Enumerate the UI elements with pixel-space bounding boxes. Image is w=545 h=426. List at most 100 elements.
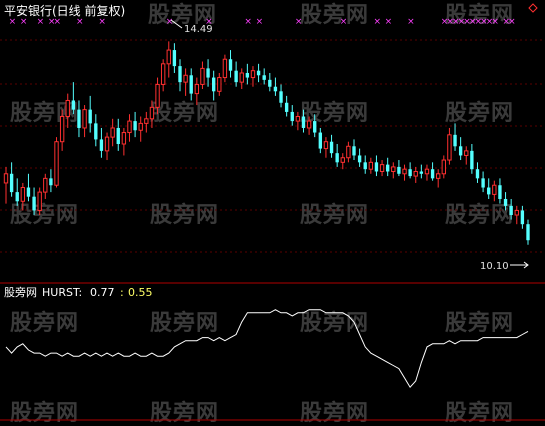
candle-body [279,91,283,103]
candle [88,95,92,133]
candle-body [183,74,188,83]
candle-body [54,141,59,186]
candle-body [49,178,53,186]
candle-body [127,120,132,134]
candle [15,178,19,206]
candle-body [15,192,19,202]
candle-body [520,210,525,225]
watermark-tile: 股旁网 [445,310,514,336]
candle-body [346,145,351,159]
chart-stage: 股旁网 股旁网 股旁网 股旁网 股旁网 股旁网 股旁网 股旁网 股旁网 股旁网 股旁网 股旁网 股旁网股… [0,0,545,426]
candle [94,114,98,147]
candle [9,162,14,197]
candle-body [189,75,193,94]
watermark-tile: 股旁网 [150,202,219,228]
candle-body [268,79,272,87]
candle [329,134,334,158]
candle-body [160,63,166,85]
candle-body [441,159,446,175]
watermark-layer: 股旁网 股旁网 股旁网 股旁网股旁网 股旁网 股旁网 股旁网股旁网 股旁网 股旁网 股旁网股旁网股… [10,2,514,426]
candle [363,155,367,174]
candle-body [498,185,502,199]
max-price-label: 14.49 [184,24,213,35]
candle-body [121,132,127,145]
candle [284,95,289,117]
candle-body [475,169,480,179]
candle [419,164,424,179]
candle [391,162,396,179]
candle-body [172,50,177,67]
candle-body [352,146,356,156]
candle-body [43,177,48,193]
signal-marker: × [373,17,381,27]
candle-body [424,168,430,175]
candle-body [290,111,294,122]
candle-body [20,187,26,202]
watermark-tile: 股旁网 [300,400,369,426]
candle [104,132,110,161]
signal-markers: × × × ×× × × × × × × × × × × × ×××××××××× ×× [9,17,516,27]
watermark-tile: 股旁网 [150,100,219,126]
candle [110,118,115,147]
diamond-outline-icon[interactable] [528,3,538,13]
candle-body [335,153,339,163]
candle [222,54,228,83]
hurst-ref-colon: : [120,286,124,299]
candle-body [26,187,31,197]
candle-body [82,109,87,129]
candle [323,137,329,158]
candle-body [65,99,70,118]
hurst-value-label: 0.77 [90,286,115,299]
candle [374,155,379,177]
candle [228,50,233,78]
candle [430,162,435,181]
candle-body [464,150,469,156]
candle-body [149,106,155,120]
candle-body [200,67,205,85]
candle-body [408,169,412,177]
candle-body [487,187,491,195]
candle [172,43,177,73]
candle-body [116,127,120,144]
candle-body [295,116,301,122]
candle [268,72,272,92]
candle-body [94,123,98,140]
candle [133,111,137,138]
candle [475,162,480,183]
watermark-tile: 股旁网 [10,202,79,228]
indicator-watermark-label: 股旁网 [4,285,37,299]
candle-body [503,198,508,206]
candle [273,77,278,96]
candle [43,173,48,199]
signal-marker: × [256,17,264,27]
candle [234,61,238,87]
hurst-ref-label: 0.55 [128,286,153,299]
candle [352,139,356,161]
candle-body [3,173,9,184]
candle-body [340,157,345,163]
candle [514,205,519,225]
signal-marker: × [166,17,174,27]
candle [492,180,497,202]
signal-marker: × [37,17,45,27]
candle [402,164,407,181]
candle-body [514,209,519,216]
candle [116,118,120,151]
candle-body [256,70,261,76]
candle-body [262,75,266,80]
candle-body [71,100,76,110]
candle-body [222,58,228,79]
watermark-tile: 股旁网 [300,202,369,228]
candle-body [211,77,216,92]
candle [262,68,266,85]
candle-body [379,164,385,172]
signal-marker: × [385,17,393,27]
candle-body [250,70,256,79]
candle [458,137,463,161]
signal-marker: × [295,17,303,27]
candle-body [357,155,362,163]
candle [82,105,87,138]
candle-body [217,77,222,92]
candle [408,162,412,179]
candle [481,171,485,193]
